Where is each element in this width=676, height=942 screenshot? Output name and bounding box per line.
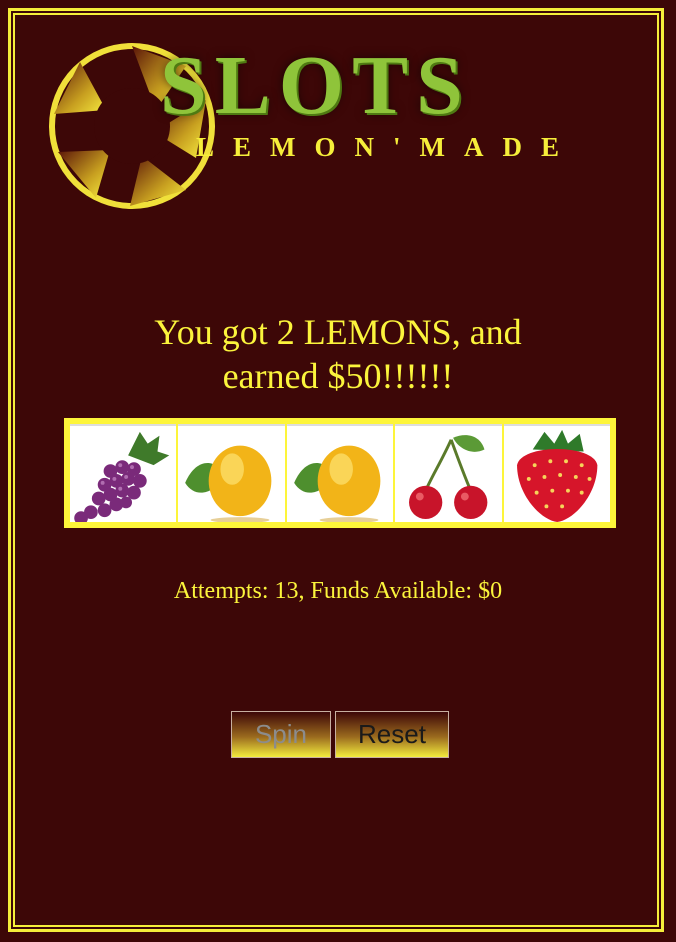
status-line: Attempts: 13, Funds Available: $0 xyxy=(173,578,503,604)
result-line-1: You got 2 LEMONS, and xyxy=(154,312,522,352)
reel-5 xyxy=(503,424,611,522)
result-line-2: earned $50!!!!!! xyxy=(222,356,454,396)
spin-button[interactable]: Spin xyxy=(231,711,331,758)
reel-3 xyxy=(286,424,394,522)
strawberry-icon xyxy=(516,429,597,522)
cherries-icon xyxy=(409,435,488,520)
controls: Spin Reset xyxy=(231,711,449,758)
reel-4 xyxy=(395,424,502,522)
grapes-icon xyxy=(74,431,170,522)
game-subtitle: LEMON'MADE xyxy=(196,132,578,162)
reel-2 xyxy=(178,424,285,522)
reel-1 xyxy=(70,424,177,522)
game-title: SLOTS xyxy=(160,39,471,132)
result-message: You got 2 LEMONS, and earned $50!!!!!! xyxy=(0,310,676,398)
lemon-icon xyxy=(185,445,272,522)
reset-button[interactable]: Reset xyxy=(335,711,449,758)
slot-reels xyxy=(64,418,616,528)
lemon-icon xyxy=(293,445,381,522)
